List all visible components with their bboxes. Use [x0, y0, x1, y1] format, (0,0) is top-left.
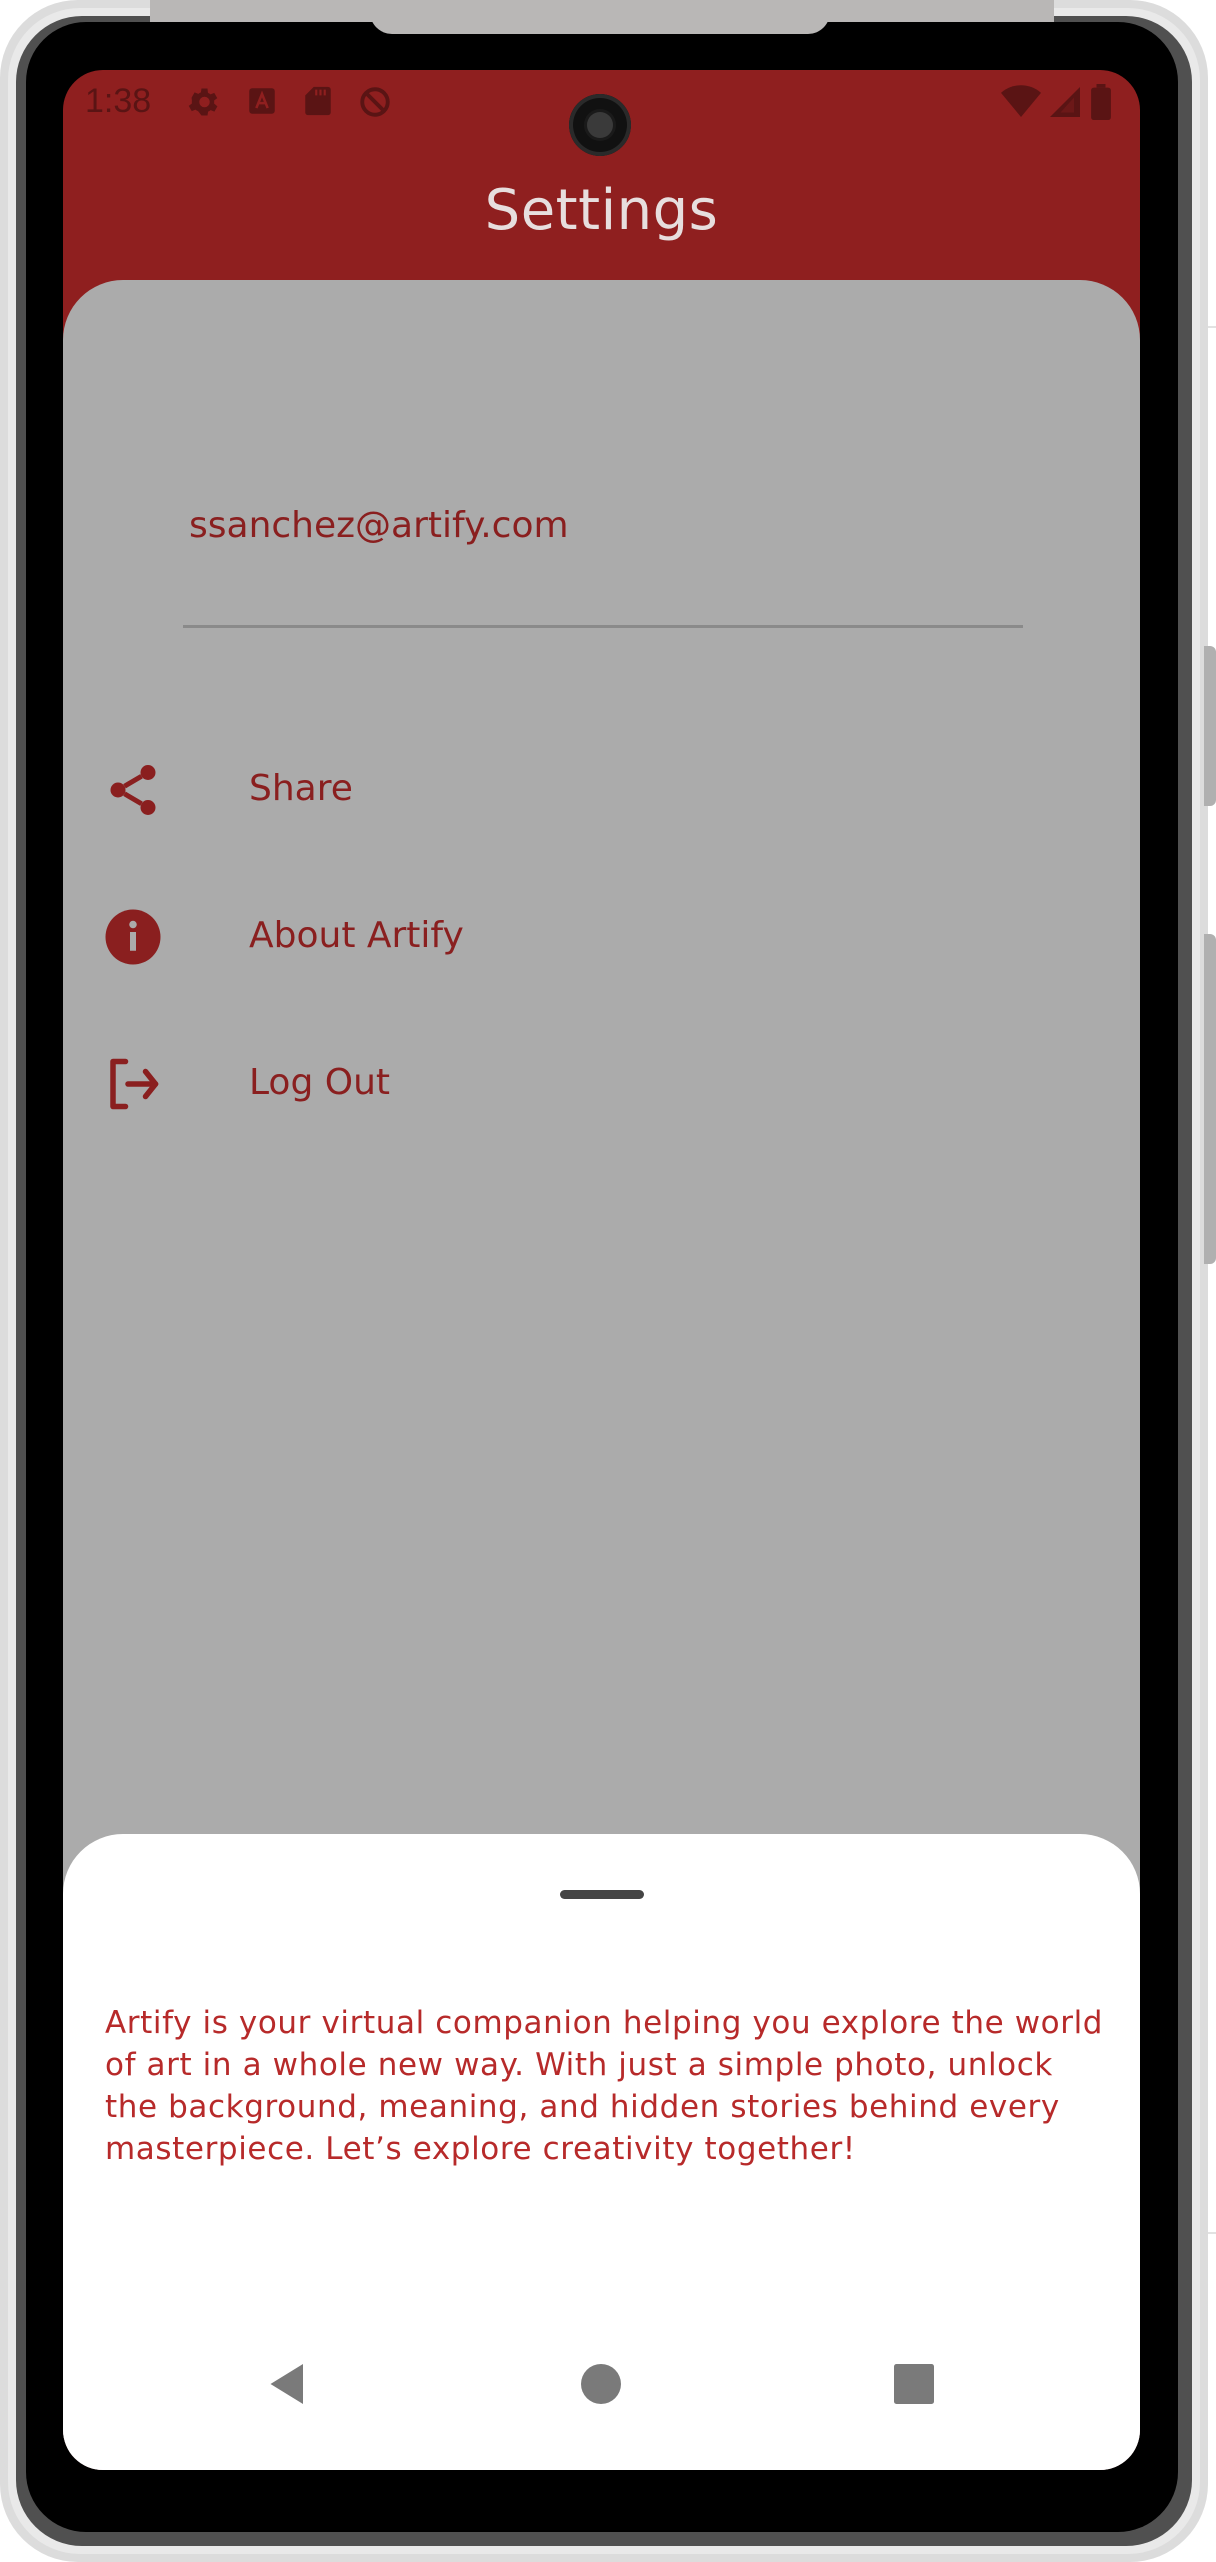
power-button [1204, 934, 1216, 1264]
menu-item-logout[interactable]: Log Out [103, 1034, 1003, 1134]
settings-icon [185, 84, 221, 125]
volume-button [1204, 646, 1216, 806]
info-icon [103, 907, 163, 967]
menu-item-label: About Artify [249, 915, 464, 956]
menu-item-about[interactable]: About Artify [103, 887, 1003, 987]
about-bottom-sheet[interactable]: Artify is your virtual companion helping… [63, 1834, 1140, 2470]
share-icon [103, 760, 163, 820]
menu-item-label: Log Out [249, 1062, 391, 1103]
about-description: Artify is your virtual companion helping… [105, 2005, 1104, 2167]
navigation-bar [63, 2334, 1140, 2434]
keyboard-icon [245, 84, 279, 123]
email-field[interactable]: ssanchez@artify.com [183, 505, 1023, 628]
wifi-icon [1001, 84, 1041, 125]
signal-icon [1047, 84, 1083, 125]
home-icon[interactable] [571, 2354, 631, 2414]
menu-item-label: Share [249, 768, 353, 809]
email-value: ssanchez@artify.com [189, 505, 569, 546]
logout-icon [103, 1054, 163, 1114]
sd-card-icon [301, 84, 335, 123]
recents-icon[interactable] [884, 2354, 944, 2414]
status-time: 1:38 [85, 82, 152, 120]
screen: 1:38 Settings ssanchez@artify.com Share … [63, 70, 1140, 2470]
back-icon[interactable] [258, 2354, 318, 2414]
page-title: Settings [484, 178, 719, 243]
front-camera [569, 94, 631, 156]
menu-item-share[interactable]: Share [103, 740, 1003, 840]
no-sync-icon [357, 84, 393, 125]
battery-icon [1089, 84, 1113, 125]
drag-handle[interactable] [560, 1890, 644, 1899]
